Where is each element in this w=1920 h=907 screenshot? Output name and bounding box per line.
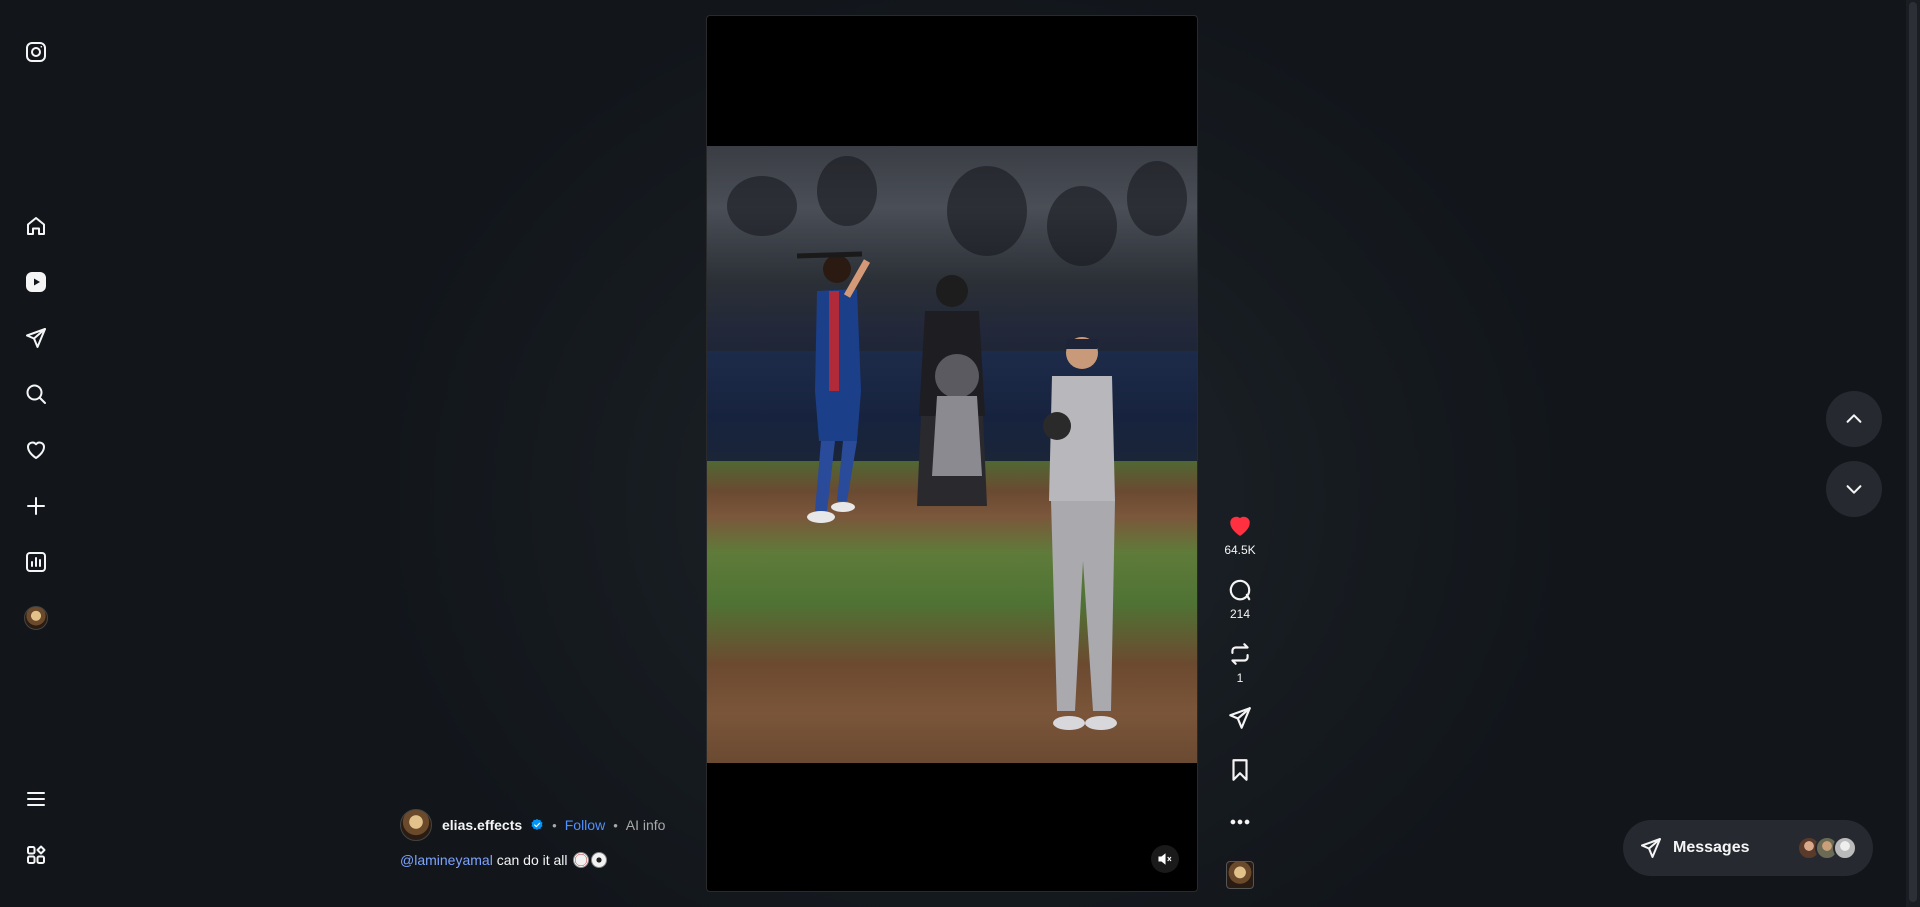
repost-icon: [1231, 643, 1249, 665]
avatar: [24, 606, 48, 630]
follow-button[interactable]: Follow: [565, 817, 605, 833]
messages-label: Messages: [1673, 839, 1750, 856]
scrollbar-thumb[interactable]: [1909, 2, 1917, 902]
verified-badge-icon: [530, 818, 544, 832]
instagram-logo-icon[interactable]: [20, 36, 52, 68]
comment-count[interactable]: 214: [1230, 607, 1250, 621]
insights-icon[interactable]: [20, 546, 52, 578]
ellipsis-icon: [1230, 819, 1250, 825]
apps-icon[interactable]: [20, 839, 52, 871]
heart-icon[interactable]: [20, 434, 52, 466]
plus-icon[interactable]: [20, 490, 52, 522]
profile-avatar[interactable]: [20, 602, 52, 634]
caption-body: can do it all: [496, 852, 568, 868]
direct-icon[interactable]: [20, 322, 52, 354]
home-icon[interactable]: [20, 210, 52, 242]
caption-text: @lamineyamal can do it all: [400, 852, 700, 868]
ai-info-link[interactable]: AI info: [626, 817, 666, 833]
author-row: elias.effects • Follow • AI info: [400, 808, 700, 842]
reel-video-player[interactable]: [706, 15, 1198, 892]
bookmark-icon: [1232, 759, 1248, 781]
more-options-button[interactable]: [1216, 809, 1264, 835]
share-button[interactable]: [1216, 705, 1264, 731]
separator-dot: •: [613, 817, 618, 833]
like-button[interactable]: 64.5K: [1216, 513, 1264, 557]
comment-button[interactable]: 214: [1216, 577, 1264, 621]
audio-button[interactable]: [1216, 861, 1264, 889]
left-navigation: [0, 0, 72, 907]
comment-icon: [1229, 579, 1251, 601]
save-button[interactable]: [1216, 757, 1264, 783]
search-icon[interactable]: [20, 378, 52, 410]
like-count[interactable]: 64.5K: [1224, 543, 1255, 557]
mention-link[interactable]: @lamineyamal: [400, 852, 493, 868]
chevron-up-icon: [1846, 414, 1862, 423]
messages-button[interactable]: Messages: [1623, 820, 1873, 876]
next-reel-button[interactable]: [1826, 461, 1882, 517]
heart-filled-icon: [1230, 516, 1250, 536]
author-username[interactable]: elias.effects: [442, 817, 522, 833]
post-caption: elias.effects • Follow • AI info @lamine…: [400, 808, 700, 868]
message-avatars: [1797, 836, 1857, 860]
author-avatar[interactable]: [400, 809, 432, 841]
repost-button[interactable]: 1: [1216, 641, 1264, 685]
video-frame-image: [707, 146, 1197, 763]
baseball-emoji-icon: [573, 852, 590, 868]
avatar: [1833, 836, 1857, 860]
reels-icon[interactable]: [20, 266, 52, 298]
pitcher-figure: [1043, 337, 1117, 730]
previous-reel-button[interactable]: [1826, 391, 1882, 447]
soccer-ball-emoji-icon: [591, 852, 608, 868]
audio-avatar: [1226, 861, 1254, 889]
page-scrollbar[interactable]: [1906, 0, 1920, 907]
chevron-down-icon: [1846, 485, 1862, 494]
mute-toggle-button[interactable]: [1151, 845, 1179, 873]
direct-icon: [1641, 838, 1661, 858]
batter-figure: [796, 251, 871, 523]
menu-icon[interactable]: [20, 783, 52, 815]
separator-dot: •: [552, 817, 557, 833]
share-icon: [1229, 707, 1251, 729]
repost-count[interactable]: 1: [1237, 671, 1244, 685]
umpire-figure: [917, 275, 987, 506]
speaker-muted-icon: [1158, 853, 1172, 865]
